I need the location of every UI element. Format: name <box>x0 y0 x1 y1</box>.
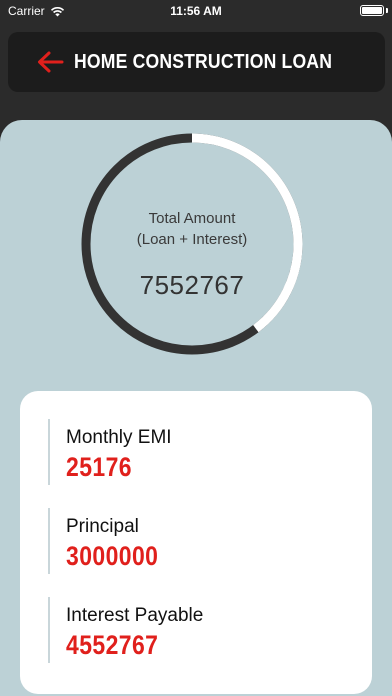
details-card: Monthly EMI 25176 Principal 3000000 Inte… <box>20 391 372 694</box>
detail-row-interest: Interest Payable 4552767 <box>48 597 348 663</box>
status-time: 11:56 AM <box>170 4 222 18</box>
status-bar: Carrier 11:56 AM <box>0 0 392 22</box>
battery-icon <box>360 5 384 16</box>
interest-value: 4552767 <box>66 630 159 660</box>
principal-value: 3000000 <box>66 541 159 571</box>
content-panel: Total Amount (Loan + Interest) 7552767 M… <box>0 120 392 696</box>
total-amount-label-line1: Total Amount <box>148 210 236 227</box>
page-title: HOME CONSTRUCTION LOAN <box>74 50 333 73</box>
emi-label: Monthly EMI <box>66 427 172 448</box>
detail-row-emi: Monthly EMI 25176 <box>48 419 348 485</box>
ring-center: Total Amount (Loan + Interest) 7552767 <box>80 132 304 356</box>
total-amount-label: Total Amount (Loan + Interest) <box>80 208 304 250</box>
emi-value: 25176 <box>66 452 132 482</box>
detail-row-principal: Principal 3000000 <box>48 508 348 574</box>
total-amount-label-line2: (Loan + Interest) <box>136 231 248 248</box>
total-amount-value: 7552767 <box>139 270 245 300</box>
arrow-left-icon <box>38 51 64 73</box>
header-bar: HOME CONSTRUCTION LOAN <box>8 32 385 92</box>
principal-label: Principal <box>66 516 139 537</box>
back-button[interactable] <box>28 40 72 84</box>
battery-tip <box>386 8 388 13</box>
interest-label: Interest Payable <box>66 605 204 626</box>
